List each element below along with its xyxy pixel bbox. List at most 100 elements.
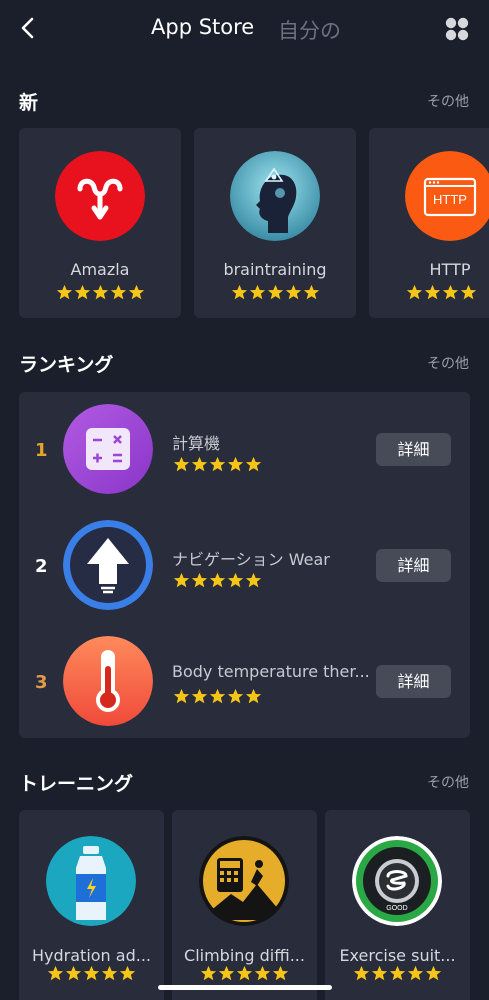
app-name: Climbing diffi... — [184, 946, 305, 965]
star-icon — [236, 965, 253, 981]
details-button[interactable]: 詳細 — [376, 549, 451, 582]
star-icon — [425, 965, 442, 981]
star-rating — [56, 284, 145, 301]
star-icon — [285, 284, 302, 300]
star-icon — [245, 688, 262, 704]
star-icon — [65, 965, 82, 981]
ranking-row[interactable]: 2 ナビゲーション Wear 詳細 — [19, 508, 470, 624]
app-name: Exercise suit... — [339, 946, 456, 965]
top-bar: App Store 自分の — [0, 0, 489, 60]
star-icon — [128, 284, 145, 300]
section-title-ranking: ランキング — [19, 354, 114, 376]
ranking-row[interactable]: 1 計算機 詳細 — [19, 392, 470, 508]
star-icon — [254, 965, 271, 981]
star-rating — [353, 965, 442, 982]
section-title-new: 新 — [19, 92, 39, 114]
app-name: Amazla — [70, 260, 130, 279]
app-card-amazla[interactable]: Amazla — [19, 128, 181, 318]
star-icon — [191, 456, 208, 472]
ranking-list: 1 計算機 詳細 2 ナビゲーション Wear 詳細 3 Body temper… — [19, 392, 470, 738]
star-icon — [209, 572, 226, 588]
app-card-hydration[interactable]: Hydration ad... — [19, 810, 164, 1000]
star-icon — [442, 284, 459, 300]
details-button[interactable]: 詳細 — [376, 433, 451, 466]
star-icon — [101, 965, 118, 981]
rank-number: 3 — [35, 672, 48, 693]
app-name: HTTP — [429, 260, 471, 279]
star-icon — [406, 284, 423, 300]
star-rating — [47, 965, 136, 982]
tab-app-store[interactable]: App Store — [151, 15, 254, 39]
app-card-http[interactable]: HTTP HTTP — [369, 128, 489, 318]
rank-number: 2 — [35, 556, 48, 577]
star-icon — [407, 965, 424, 981]
app-name: ナビゲーション Wear — [172, 550, 330, 569]
star-icon — [110, 284, 127, 300]
star-icon — [191, 572, 208, 588]
star-icon — [200, 965, 217, 981]
app-card-climbing[interactable]: Climbing diffi... — [172, 810, 317, 1000]
star-rating — [173, 456, 262, 473]
star-icon — [371, 965, 388, 981]
star-rating — [173, 572, 262, 589]
star-icon — [389, 965, 406, 981]
star-icon — [119, 965, 136, 981]
star-icon — [249, 284, 266, 300]
star-icon — [56, 284, 73, 300]
star-icon — [209, 456, 226, 472]
app-card-braintraining[interactable]: braintraining — [194, 128, 356, 318]
star-icon — [83, 965, 100, 981]
app-name: Hydration ad... — [32, 946, 151, 965]
calculator-icon — [63, 404, 153, 494]
app-name: braintraining — [223, 260, 327, 279]
climbing-calculator-icon — [199, 836, 289, 926]
new-more-link[interactable]: その他 — [427, 91, 469, 111]
star-icon — [267, 284, 284, 300]
star-icon — [460, 284, 477, 300]
star-icon — [227, 688, 244, 704]
star-icon — [173, 456, 190, 472]
star-icon — [353, 965, 370, 981]
exercise-gauge-icon: GOOD — [352, 836, 442, 926]
chevron-left-icon — [21, 17, 34, 39]
rank-number: 1 — [35, 440, 48, 461]
brain-head-icon — [230, 151, 320, 241]
star-rating — [406, 284, 477, 301]
star-icon — [227, 572, 244, 588]
thermometer-icon — [63, 636, 153, 726]
grid-icon — [445, 17, 469, 41]
star-icon — [74, 284, 91, 300]
navigation-arrow-icon — [63, 520, 153, 610]
star-rating — [173, 688, 262, 705]
amazla-icon — [55, 151, 145, 241]
star-icon — [191, 688, 208, 704]
star-icon — [245, 572, 262, 588]
training-more-link[interactable]: その他 — [427, 772, 469, 792]
section-title-training: トレーニング — [19, 773, 134, 795]
star-icon — [424, 284, 441, 300]
back-button[interactable] — [14, 14, 42, 42]
details-button[interactable]: 詳細 — [376, 665, 451, 698]
http-icon-label: HTTP — [433, 192, 467, 207]
star-icon — [173, 572, 190, 588]
app-name: 計算機 — [172, 434, 221, 453]
star-icon — [227, 456, 244, 472]
star-icon — [209, 688, 226, 704]
star-rating — [200, 965, 289, 982]
ranking-row[interactable]: 3 Body temperature ther... 詳細 — [19, 624, 470, 738]
star-rating — [231, 284, 320, 301]
app-card-exercise[interactable]: GOOD Exercise suit... — [325, 810, 470, 1000]
star-icon — [303, 284, 320, 300]
star-icon — [272, 965, 289, 981]
ranking-more-link[interactable]: その他 — [427, 353, 469, 373]
star-icon — [231, 284, 248, 300]
star-icon — [218, 965, 235, 981]
grid-menu-button[interactable] — [445, 17, 469, 41]
star-icon — [92, 284, 109, 300]
gauge-label: GOOD — [386, 905, 408, 912]
home-indicator[interactable] — [158, 985, 332, 990]
http-browser-icon: HTTP — [405, 151, 489, 241]
app-name: Body temperature ther... — [172, 662, 370, 681]
tab-mine[interactable]: 自分の — [278, 15, 341, 45]
star-icon — [173, 688, 190, 704]
